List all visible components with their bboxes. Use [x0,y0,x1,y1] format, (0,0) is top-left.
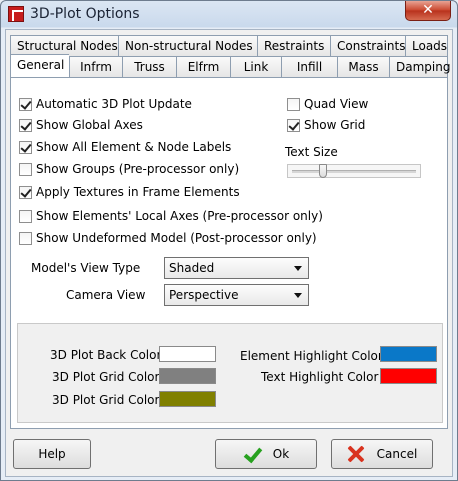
show-undeformed-model-checkbox[interactable]: Show Undeformed Model (Post-processor on… [19,230,317,246]
checkbox-box[interactable] [19,118,32,132]
automatic-3d-plot-update-checkbox[interactable]: Automatic 3D Plot Update [19,96,192,112]
help-button[interactable]: Help [13,439,91,469]
checkbox-box[interactable] [19,231,32,245]
button-label: Ok [272,447,290,461]
show-grid-checkbox[interactable]: Show Grid [287,117,365,133]
text-highlight-color-swatch[interactable] [380,368,437,384]
checkbox-label: Apply Textures in Frame Elements [36,185,240,199]
tab-infill[interactable]: Infill [281,56,337,77]
chevron-down-icon [294,293,302,298]
dialog-window: 3D-Plot Options ✕ Structural Nodes Non-s… [0,0,458,481]
checkbox-label: Show Groups (Pre-processor only) [36,162,240,176]
button-label: Cancel [376,447,418,461]
checkbox-box[interactable] [287,97,300,111]
checkmark-icon [243,445,261,463]
text-size-slider[interactable] [287,164,421,178]
title-bar[interactable]: 3D-Plot Options ✕ [1,1,457,28]
button-bar: Help Ok Cancel [6,433,452,476]
element-highlight-color-swatch[interactable] [380,346,437,362]
view-type-label: Model's View Type [31,261,141,275]
checkbox-box[interactable] [19,209,32,223]
show-groups-checkbox[interactable]: Show Groups (Pre-processor only) [19,161,239,177]
grid-color-label: 3D Plot Grid Color [52,370,160,384]
tab-elfrm[interactable]: Elfrm [176,56,230,77]
tab-non-structural-nodes[interactable]: Non-structural Nodes [118,35,257,56]
cancel-x-icon [347,445,365,463]
grid-color-swatch[interactable] [159,368,216,384]
select-value: Shaded [169,261,215,275]
tab-damping[interactable]: Damping [389,56,450,77]
tab-infrm[interactable]: Infrm [69,56,122,77]
checkbox-label: Show Elements' Local Axes (Pre-processor… [36,209,323,223]
chevron-down-icon [294,266,302,271]
tab-row-2: General Infrm Truss Elfrm Link Infill Ma… [10,54,450,77]
checkbox-label: Quad View [304,97,369,111]
checkbox-box[interactable] [19,97,32,111]
checkbox-box[interactable] [287,118,300,132]
show-global-axes-checkbox[interactable]: Show Global Axes [19,117,143,133]
back-color-label: 3D Plot Back Color [50,348,162,362]
cancel-button[interactable]: Cancel [331,439,433,469]
text-highlight-color-label: Text Highlight Color [261,370,379,384]
show-all-labels-checkbox[interactable]: Show All Element & Node Labels [19,139,231,155]
tab-restraints[interactable]: Restraints [257,35,330,56]
select-value: Perspective [169,288,239,302]
view-type-select[interactable]: Shaded [164,257,309,279]
text-size-label: Text Size [285,145,338,159]
general-tab-panel: Automatic 3D Plot Update Show Global Axe… [10,77,448,429]
checkbox-box[interactable] [19,185,32,199]
grid-color-swatch-2[interactable] [159,391,216,407]
checkbox-label: Automatic 3D Plot Update [36,97,192,111]
app-icon [8,6,24,22]
close-button[interactable]: ✕ [405,1,451,21]
camera-view-label: Camera View [66,288,146,302]
back-color-swatch[interactable] [159,346,216,362]
color-settings-panel: 3D Plot Back Color 3D Plot Grid Color 3D… [17,323,443,423]
checkbox-box[interactable] [19,162,32,176]
ok-button[interactable]: Ok [215,439,317,469]
checkbox-label: Show All Element & Node Labels [36,140,232,154]
tab-row-1: Structural Nodes Non-structural Nodes Re… [10,35,448,56]
tab-link[interactable]: Link [230,56,281,77]
grid-color-label-2: 3D Plot Grid Color [52,393,160,407]
tab-mass[interactable]: Mass [337,56,389,77]
tab-general[interactable]: General [10,54,69,77]
tab-structural-nodes[interactable]: Structural Nodes [10,35,118,56]
camera-view-select[interactable]: Perspective [164,284,309,306]
tab-truss[interactable]: Truss [122,56,176,77]
apply-textures-checkbox[interactable]: Apply Textures in Frame Elements [19,184,240,200]
button-label: Help [38,447,66,461]
show-local-axes-checkbox[interactable]: Show Elements' Local Axes (Pre-processor… [19,208,323,224]
checkbox-label: Show Global Axes [36,118,143,132]
checkbox-label: Show Undeformed Model (Post-processor on… [36,231,317,245]
quad-view-checkbox[interactable]: Quad View [287,96,368,112]
element-highlight-color-label: Element Highlight Color [240,349,383,363]
tab-loads[interactable]: Loads [405,35,448,56]
slider-thumb[interactable] [319,164,327,178]
tab-constraints[interactable]: Constraints [330,35,405,56]
window-title: 3D-Plot Options [30,6,140,22]
dialog-content: Structural Nodes Non-structural Nodes Re… [5,29,453,477]
checkbox-box[interactable] [19,140,32,154]
checkbox-label: Show Grid [304,118,366,132]
